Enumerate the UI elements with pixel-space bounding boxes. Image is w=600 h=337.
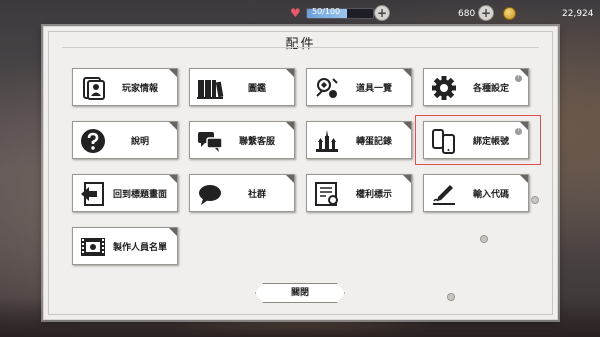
speech-bubble-icon — [199, 185, 221, 205]
accessories-menu-panel: 配件 玩家情報 圖鑑 道具一覽 各種設定 ! 說明 聯繫客服 轉蛋記錄 綁定帳號… — [43, 26, 558, 320]
menu-tile-label: 各種設定 — [472, 84, 509, 94]
menu-tile-settings[interactable]: 各種設定 ! — [423, 68, 529, 106]
menu-tile-label: 權利標示 — [355, 190, 392, 200]
menu-tile-label: 轉蛋記錄 — [355, 137, 392, 147]
menu-tile-label: 製作人員名單 — [112, 243, 167, 253]
gem-count: 680 — [458, 9, 476, 19]
return-icon — [81, 182, 104, 206]
menu-tile-label: 回到標題畫面 — [112, 190, 167, 200]
menu-tile-item-list[interactable]: 道具一覽 — [306, 68, 412, 106]
notification-badge: ! — [515, 75, 522, 82]
menu-tile-label: 玩家情報 — [121, 84, 158, 94]
menu-tile-label: 聯繫客服 — [238, 137, 275, 147]
menu-tile-contact-support[interactable]: 聯繫客服 — [189, 121, 295, 159]
top-hud: ♥ 50/100 + 680 + 22,924 — [0, 0, 600, 26]
pen-signing-icon — [433, 185, 455, 205]
menu-tile-rights-notice[interactable]: 權利標示 — [306, 174, 412, 212]
books-icon — [197, 80, 224, 99]
film-strip-icon — [81, 238, 105, 256]
menu-tile-label: 輸入代碼 — [472, 190, 509, 200]
add-gems-button[interactable]: + — [478, 5, 494, 21]
menu-tile-label: 社群 — [247, 190, 266, 200]
menu-tile-player-info[interactable]: 玩家情報 — [72, 68, 178, 106]
menu-tile-encyclopedia[interactable]: 圖鑑 — [189, 68, 295, 106]
menu-tile-label: 圖鑑 — [247, 84, 266, 94]
menu-tile-label: 說明 — [130, 137, 149, 147]
player-card-icon — [83, 77, 105, 100]
title-divider — [62, 47, 539, 48]
menu-tile-label: 道具一覽 — [355, 84, 392, 94]
coin-count: 22,924 — [562, 9, 594, 19]
castle-icon — [316, 130, 338, 152]
bind-account-highlight — [415, 115, 541, 165]
heart-icon: ♥ — [290, 6, 301, 20]
chat-bubbles-icon — [198, 132, 223, 152]
stamina-value: 50/100 — [312, 7, 341, 16]
certificate-icon — [315, 182, 338, 206]
menu-tile-help[interactable]: 說明 — [72, 121, 178, 159]
decor-dot — [531, 196, 539, 204]
gear-icon — [432, 76, 456, 100]
items-icon — [316, 78, 338, 98]
panel-title: 配件 — [285, 37, 316, 52]
menu-tile-credits[interactable]: 製作人員名單 — [72, 227, 178, 265]
decor-dot — [447, 293, 455, 301]
menu-tile-community[interactable]: 社群 — [189, 174, 295, 212]
menu-tile-enter-code[interactable]: 輸入代碼 — [423, 174, 529, 212]
add-stamina-button[interactable]: + — [374, 5, 390, 21]
close-button[interactable]: 關閉 — [255, 283, 345, 303]
coin-icon — [503, 7, 516, 20]
decor-dot — [480, 235, 488, 243]
menu-tile-gacha-history[interactable]: 轉蛋記錄 — [306, 121, 412, 159]
menu-tile-return-title[interactable]: 回到標題畫面 — [72, 174, 178, 212]
question-icon — [81, 129, 105, 153]
